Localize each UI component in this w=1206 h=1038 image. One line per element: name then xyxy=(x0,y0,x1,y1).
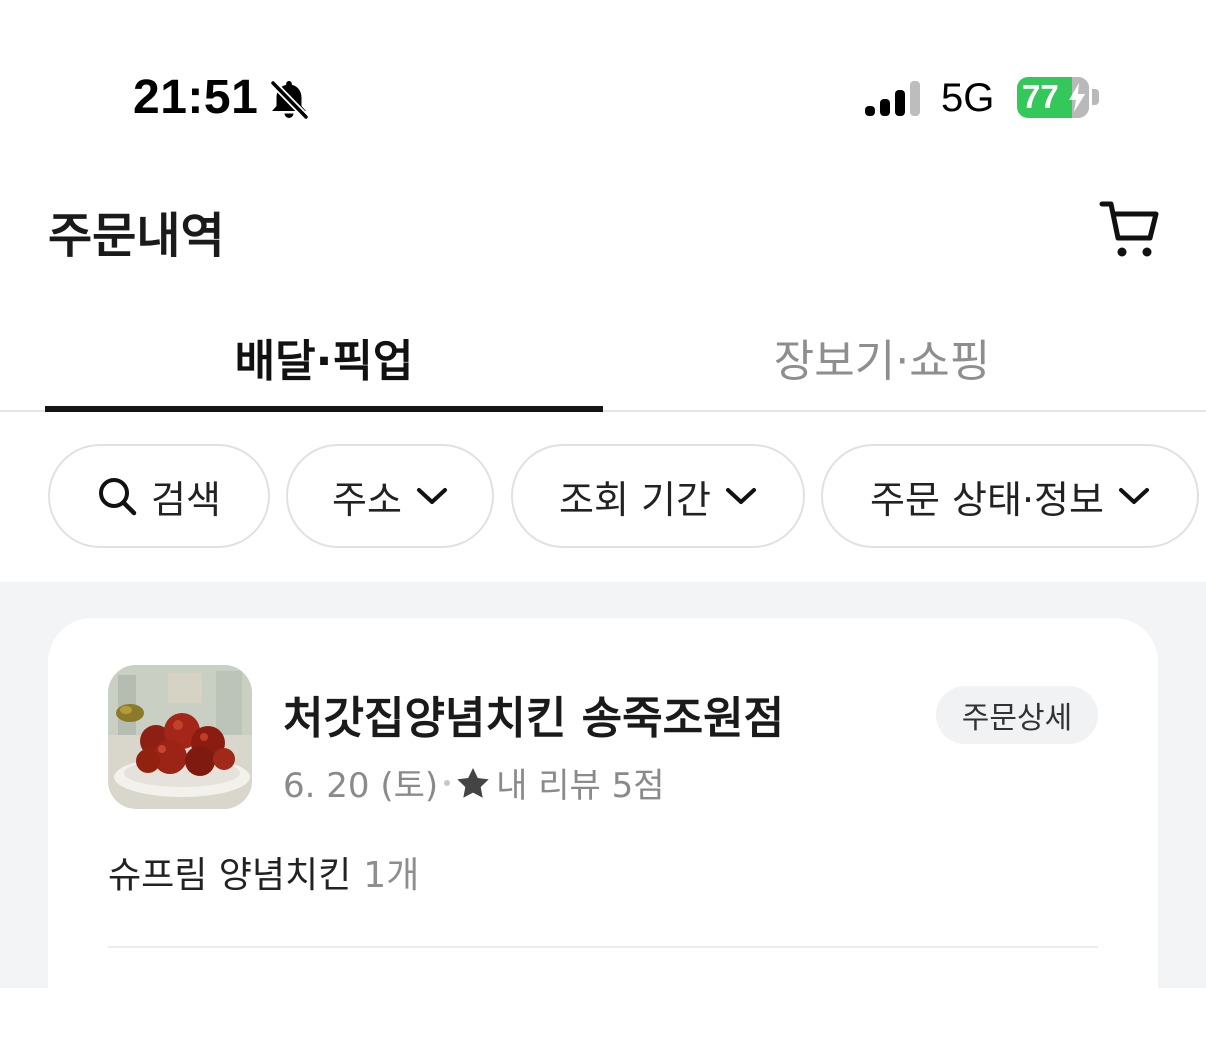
order-item-qty: 1개 xyxy=(363,855,420,896)
network-type: 5G xyxy=(941,76,995,120)
meta-separator xyxy=(444,779,451,786)
battery-percent: 77 xyxy=(1022,78,1059,115)
bell-slash-icon xyxy=(269,79,310,121)
bolt-icon xyxy=(1069,83,1085,112)
address-filter-chip[interactable]: 주소 xyxy=(286,444,494,548)
store-thumbnail xyxy=(108,665,252,809)
order-item: 슈프림 양념치킨 1개 xyxy=(108,846,419,898)
star-icon xyxy=(457,767,489,798)
battery-cap xyxy=(1092,89,1099,105)
status-time: 21:51 xyxy=(133,71,259,124)
battery-indicator: 77 xyxy=(1017,77,1089,118)
order-item-name: 슈프림 양념치킨 xyxy=(108,855,352,896)
signal-strength-icon xyxy=(865,81,920,116)
store-name[interactable]: 처갓집양념치킨 송죽조원점 xyxy=(283,682,784,746)
order-detail-button[interactable]: 주문상세 xyxy=(936,686,1098,744)
chevron-down-icon xyxy=(725,488,756,504)
status-filter-chip[interactable]: 주문 상태·정보 xyxy=(821,444,1199,548)
search-icon xyxy=(99,478,137,516)
address-chip-label: 주소 xyxy=(332,477,402,522)
my-review-score: 내 리뷰 5점 xyxy=(496,766,665,806)
period-chip-label: 조회 기간 xyxy=(559,477,711,522)
page-title: 주문내역 xyxy=(48,208,225,264)
period-filter-chip[interactable]: 조회 기간 xyxy=(511,444,805,548)
search-filter-chip[interactable]: 검색 xyxy=(48,444,270,548)
order-date: 6. 20 (토) xyxy=(283,766,439,806)
chevron-down-icon xyxy=(416,488,447,504)
tab-active-indicator xyxy=(45,406,603,412)
order-meta: 6. 20 (토) 내 리뷰 5점 xyxy=(283,758,665,807)
tab-delivery-pickup[interactable]: 배달·픽업 xyxy=(45,325,603,389)
chevron-down-icon xyxy=(1118,488,1149,504)
status-chip-label: 주문 상태·정보 xyxy=(870,477,1104,522)
search-chip-label: 검색 xyxy=(151,477,221,522)
card-divider xyxy=(108,946,1098,948)
cart-icon[interactable] xyxy=(1098,198,1164,260)
tab-grocery-shopping[interactable]: 장보기·쇼핑 xyxy=(603,325,1161,389)
